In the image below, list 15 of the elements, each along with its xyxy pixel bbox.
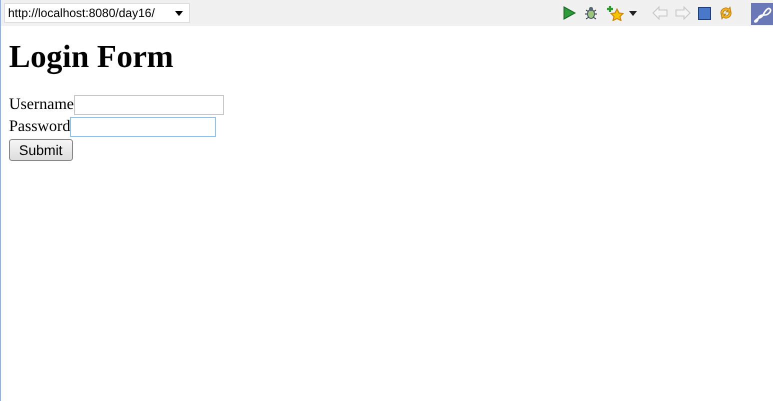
stop-icon[interactable] (698, 6, 711, 20)
url-text: http://localhost:8080/day16/ (8, 6, 155, 20)
field-label: Username (9, 96, 74, 114)
text-field[interactable] (70, 117, 216, 137)
page-heading: Login Form (9, 38, 174, 75)
submit-button[interactable]: Submit (9, 139, 73, 161)
field-label: Password (9, 118, 70, 136)
star-plus-icon[interactable] (606, 5, 624, 21)
dropdown-caret-icon[interactable] (175, 10, 183, 16)
refresh-icon[interactable] (718, 5, 734, 21)
play-icon[interactable] (562, 6, 576, 20)
text-field[interactable] (74, 95, 224, 115)
caret-icon[interactable] (629, 10, 637, 16)
address-field[interactable]: http://localhost:8080/day16/ (4, 3, 190, 23)
bug-icon[interactable] (583, 5, 599, 21)
